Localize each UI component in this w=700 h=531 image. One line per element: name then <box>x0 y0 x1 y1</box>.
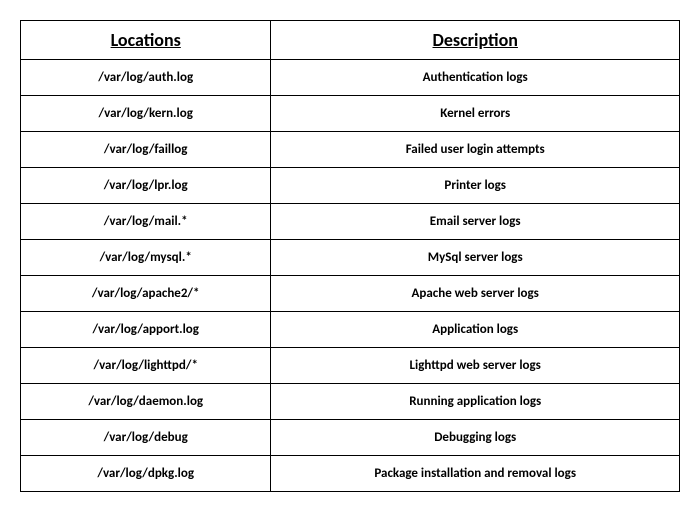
cell-location: /var/log/lighttpd/* <box>21 348 271 384</box>
cell-location: /var/log/faillog <box>21 132 271 168</box>
cell-description: Apache web server logs <box>271 276 680 312</box>
cell-location: /var/log/apache2/* <box>21 276 271 312</box>
header-locations: Locations <box>21 21 271 60</box>
table-row: /var/log/apache2/*Apache web server logs <box>21 276 680 312</box>
cell-description: Email server logs <box>271 204 680 240</box>
table-row: /var/log/mail.*Email server logs <box>21 204 680 240</box>
table-row: /var/log/auth.logAuthentication logs <box>21 60 680 96</box>
cell-description: Package installation and removal logs <box>271 456 680 492</box>
table-row: /var/log/debugDebugging logs <box>21 420 680 456</box>
cell-location: /var/log/auth.log <box>21 60 271 96</box>
cell-location: /var/log/daemon.log <box>21 384 271 420</box>
cell-location: /var/log/mysql.* <box>21 240 271 276</box>
cell-description: MySql server logs <box>271 240 680 276</box>
table-row: /var/log/kern.logKernel errors <box>21 96 680 132</box>
table-row: /var/log/mysql.*MySql server logs <box>21 240 680 276</box>
table-body: /var/log/auth.logAuthentication logs/var… <box>21 60 680 492</box>
table-row: /var/log/faillogFailed user login attemp… <box>21 132 680 168</box>
cell-location: /var/log/lpr.log <box>21 168 271 204</box>
log-locations-table: Locations Description /var/log/auth.logA… <box>20 20 680 492</box>
cell-description: Application logs <box>271 312 680 348</box>
table-row: /var/log/daemon.logRunning application l… <box>21 384 680 420</box>
cell-description: Kernel errors <box>271 96 680 132</box>
cell-description: Running application logs <box>271 384 680 420</box>
cell-description: Authentication logs <box>271 60 680 96</box>
table-row: /var/log/apport.logApplication logs <box>21 312 680 348</box>
cell-location: /var/log/dpkg.log <box>21 456 271 492</box>
cell-location: /var/log/debug <box>21 420 271 456</box>
cell-description: Debugging logs <box>271 420 680 456</box>
cell-location: /var/log/kern.log <box>21 96 271 132</box>
header-description: Description <box>271 21 680 60</box>
cell-description: Printer logs <box>271 168 680 204</box>
table-row: /var/log/dpkg.logPackage installation an… <box>21 456 680 492</box>
cell-description: Failed user login attempts <box>271 132 680 168</box>
table-header-row: Locations Description <box>21 21 680 60</box>
table-row: /var/log/lpr.logPrinter logs <box>21 168 680 204</box>
table-row: /var/log/lighttpd/*Lighttpd web server l… <box>21 348 680 384</box>
cell-location: /var/log/apport.log <box>21 312 271 348</box>
cell-description: Lighttpd web server logs <box>271 348 680 384</box>
cell-location: /var/log/mail.* <box>21 204 271 240</box>
